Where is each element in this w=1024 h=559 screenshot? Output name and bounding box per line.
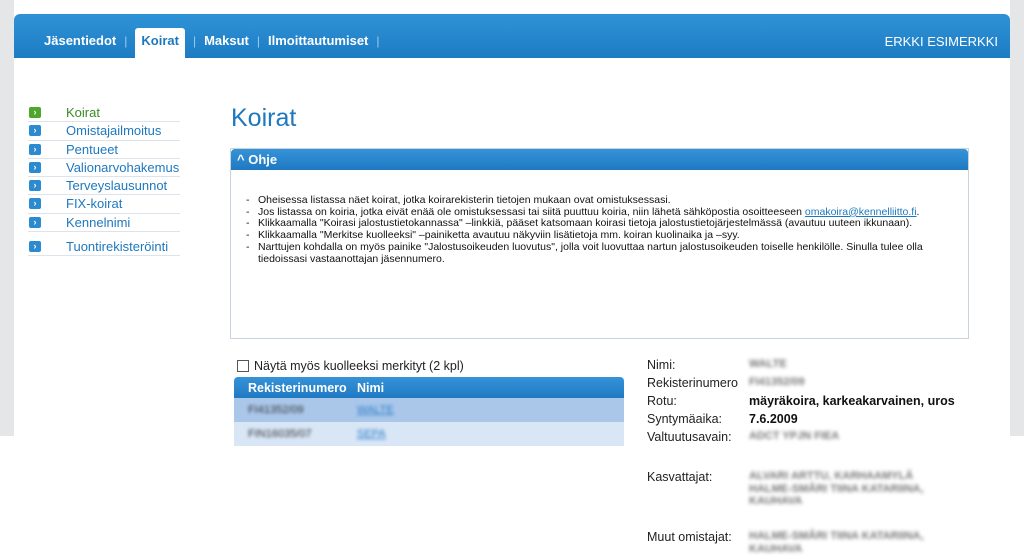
sidebar-item-label: Valionarvohakemus xyxy=(66,159,180,175)
dog-table: Rekisterinumero Nimi FI41352/09 WALTE FI… xyxy=(234,377,624,446)
chevron-right-icon: › xyxy=(29,143,41,155)
sidebar-item-fix-koirat[interactable]: › FIX-koirat xyxy=(28,195,180,214)
table-row[interactable]: FIN16035/07 SEPA xyxy=(234,422,624,446)
sidebar-item-label: Omistajailmoitus xyxy=(66,123,162,139)
sidebar-item-label: Tuontirekisteröinti xyxy=(66,239,169,255)
chevron-right-icon: › xyxy=(29,198,41,210)
nav-ilmoittautumiset[interactable]: Ilmoittautumiset xyxy=(268,28,368,58)
detail-value: ADCT YPJN FIEA xyxy=(749,430,840,442)
nav-separator: | xyxy=(256,34,260,48)
detail-key-row: Valtuutusavain: ADCT YPJN FIEA xyxy=(647,430,1007,448)
detail-label: Rotu: xyxy=(647,394,677,408)
sidebar-item-label: FIX-koirat xyxy=(66,196,123,212)
detail-name-row: Nimi: WALTE xyxy=(647,358,1007,376)
table-row[interactable]: FI41352/09 WALTE xyxy=(234,398,624,422)
detail-label: Valtuutusavain: xyxy=(647,430,732,444)
detail-line: ALVARI ARTTU, KARHAAMYLÄ xyxy=(749,470,914,482)
reg-number: FI41352/09 xyxy=(248,404,304,416)
help-panel-header[interactable]: ^ Ohje xyxy=(231,149,968,170)
detail-label: Kasvattajat: xyxy=(647,470,713,484)
nav-separator: | xyxy=(376,34,380,48)
detail-reg-row: Rekisterinumero FI41352/09 xyxy=(647,376,1007,394)
detail-line: HALME-SMÅRI TIINA KATARIINA, xyxy=(749,482,924,495)
chevron-right-icon: › xyxy=(29,180,41,192)
table-header: Rekisterinumero Nimi xyxy=(234,377,624,398)
sidebar-item-koirat[interactable]: › Koirat xyxy=(28,104,180,123)
sidebar-item-kennelnimi[interactable]: › Kennelnimi xyxy=(28,214,180,233)
sidebar-item-omistajailmoitus[interactable]: › Omistajailmoitus xyxy=(28,122,180,141)
detail-value: WALTE xyxy=(749,358,787,370)
detail-label: Nimi: xyxy=(647,358,676,372)
help-panel-body: Oheisessa listassa näet koirat, jotka ko… xyxy=(231,170,968,265)
nav-koirat[interactable]: Koirat xyxy=(135,28,185,58)
column-header-reg[interactable]: Rekisterinumero xyxy=(234,381,357,395)
nav-separator: | xyxy=(124,34,128,48)
detail-value: ALVARI ARTTU, KARHAAMYLÄ HALME-SMÅRI TII… xyxy=(749,470,924,508)
detail-value: mäyräkoira, karkeakarvainen, uros xyxy=(749,394,955,408)
show-dead-checkbox[interactable]: Näytä myös kuolleeksi merkityt (2 kpl) xyxy=(237,359,464,373)
sidebar: › Koirat › Omistajailmoitus › Pentueet › Val… xyxy=(28,104,180,257)
detail-label: Syntymäaika: xyxy=(647,412,723,426)
sidebar-item-label: Kennelnimi xyxy=(66,214,131,230)
page-title: Koirat xyxy=(231,104,297,132)
detail-owners-row: Muut omistajat: HALME-SMÅRI TIINA KATARI… xyxy=(647,530,1007,559)
help-item-text: Jos listassa on koiria, jotka eivät enää… xyxy=(258,205,802,218)
help-item-text: . xyxy=(916,205,920,218)
help-panel: ^ Ohje Oheisessa listassa näet koirat, j… xyxy=(230,148,969,339)
chevron-right-icon: › xyxy=(29,107,41,118)
top-navigation-bar: Jäsentiedot | Koirat | Maksut | Ilmoitta… xyxy=(14,14,1010,58)
main-nav: Jäsentiedot | Koirat | Maksut | Ilmoitta… xyxy=(44,28,388,58)
sidebar-item-terveyslausunnot[interactable]: › Terveyslausunnot xyxy=(28,177,180,196)
detail-breed-row: Rotu: mäyräkoira, karkeakarvainen, uros xyxy=(647,394,1007,412)
sidebar-item-label: Koirat xyxy=(66,105,100,120)
help-item: Narttujen kohdalla on myös painike "Jalo… xyxy=(246,241,956,265)
detail-value: 7.6.2009 xyxy=(749,412,798,426)
chevron-right-icon: › xyxy=(29,216,41,228)
detail-line: KAUHAVA xyxy=(749,495,803,507)
help-panel-title: Ohje xyxy=(248,152,278,167)
detail-value: HALME-SMÅRI TIINA KATARIINA, KAUHAVA xyxy=(749,530,924,555)
column-header-name[interactable]: Nimi xyxy=(357,381,624,395)
sidebar-item-label: Terveyslausunnot xyxy=(66,178,168,194)
detail-birth-row: Syntymäaika: 7.6.2009 xyxy=(647,412,1007,430)
detail-label: Rekisterinumero xyxy=(647,376,739,390)
chevron-right-icon: › xyxy=(29,161,41,173)
sidebar-item-pentueet[interactable]: › Pentueet xyxy=(28,141,180,159)
detail-label: Muut omistajat: xyxy=(647,530,732,544)
chevron-right-icon: › xyxy=(29,125,41,137)
nav-maksut[interactable]: Maksut xyxy=(204,28,249,58)
chevron-right-icon: › xyxy=(29,241,41,253)
dog-name-link[interactable]: SEPA xyxy=(357,428,624,440)
sidebar-item-valionarvohakemus[interactable]: › Valionarvohakemus xyxy=(28,159,180,178)
dog-details: Nimi: WALTE Rekisterinumero FI41352/09 R… xyxy=(647,358,1007,559)
sidebar-item-tuontirekisterointi[interactable]: › Tuontirekisteröinti xyxy=(28,238,180,257)
email-link[interactable]: omakoira@kennelliitto.fi xyxy=(805,206,917,218)
help-list: Oheisessa listassa näet koirat, jotka ko… xyxy=(246,194,956,265)
detail-breeders-row: Kasvattajat: ALVARI ARTTU, KARHAAMYLÄ HA… xyxy=(647,470,1007,530)
nav-jasentiedot[interactable]: Jäsentiedot xyxy=(44,28,116,58)
user-name[interactable]: ERKKI ESIMERKKI xyxy=(885,34,998,49)
detail-line: HALME-SMÅRI TIINA KATARIINA, xyxy=(749,530,924,542)
reg-number: FIN16035/07 xyxy=(248,428,312,440)
chevron-up-icon: ^ xyxy=(237,152,245,167)
detail-value: FI41352/09 xyxy=(749,376,805,388)
detail-line: KAUHAVA xyxy=(749,542,803,555)
checkbox-box[interactable] xyxy=(237,360,249,372)
dog-name-link[interactable]: WALTE xyxy=(357,404,624,416)
sidebar-item-label: Pentueet xyxy=(66,141,119,157)
nav-separator: | xyxy=(192,34,197,48)
checkbox-label: Näytä myös kuolleeksi merkityt (2 kpl) xyxy=(254,359,464,373)
